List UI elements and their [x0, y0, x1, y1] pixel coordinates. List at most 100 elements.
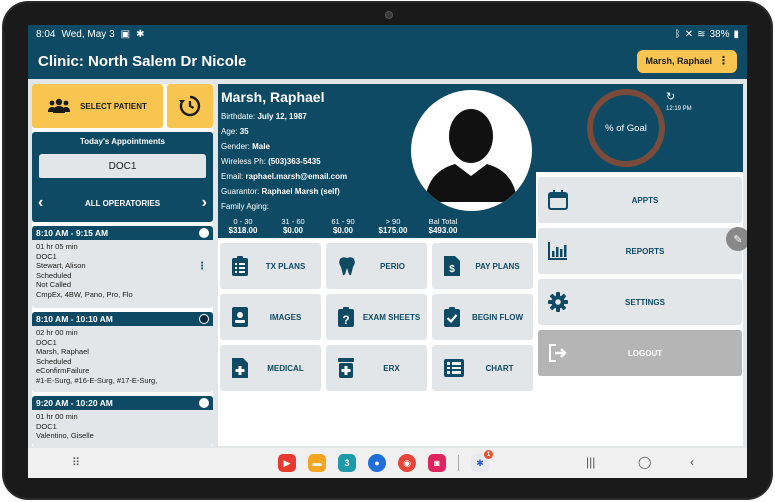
- svg-text:?: ?: [342, 313, 349, 327]
- goal-gauge: % of Goal: [587, 89, 665, 167]
- appts-label: APPTS: [631, 195, 659, 205]
- bar-chart-icon: [548, 242, 567, 260]
- goal-label: % of Goal: [605, 122, 647, 134]
- calendar-icon: [548, 190, 568, 210]
- settings-label: SETTINGS: [624, 297, 665, 307]
- select-patient-button[interactable]: SELECT PATIENT: [32, 84, 163, 128]
- clipboard-question-icon: ?: [338, 307, 354, 327]
- medical-label: MEDICAL: [267, 363, 304, 373]
- erx-button[interactable]: ERX: [326, 345, 427, 391]
- tx-plans-button[interactable]: TX PLANS: [220, 243, 321, 289]
- home-icon[interactable]: ◯: [638, 455, 651, 469]
- refresh-icon[interactable]: ↻: [666, 90, 675, 103]
- family-aging-label: Family Aging:: [221, 202, 270, 211]
- actions-column: % of Goal ↻ 12:19 PM APPTS REPORTS SETTI…: [536, 84, 743, 446]
- screen-recorder-app-icon[interactable]: ◙: [428, 454, 446, 472]
- status-bar: 8:04 Wed, May 3 ▣ ✱ ᛒ ✕ ≋ 38% ▮: [28, 25, 747, 43]
- aging-cell: > 90 $175.00: [378, 217, 408, 235]
- images-label: IMAGES: [269, 312, 302, 322]
- appointment-duration: 01 hr 05 min: [36, 242, 78, 251]
- chevron-right-icon[interactable]: ›: [202, 194, 207, 212]
- appts-button[interactable]: APPTS: [538, 177, 742, 223]
- images-button[interactable]: IMAGES: [220, 294, 321, 340]
- appointment-card[interactable]: 8:10 AM - 9:15 AM 01 hr 05 min DOC1 Stew…: [32, 226, 213, 308]
- settings-button[interactable]: SETTINGS: [538, 279, 742, 325]
- dollar-file-icon: $: [444, 256, 460, 276]
- pay-plans-label: PAY PLANS: [475, 261, 520, 271]
- erx-label: ERX: [383, 363, 400, 373]
- appointment-duration: 01 hr 00 min: [36, 412, 78, 421]
- clinic-title: Clinic: North Salem Dr Nicole: [38, 52, 247, 70]
- settings-app-icon[interactable]: ✱ 1: [471, 450, 493, 472]
- chrome-app-icon[interactable]: ◉: [398, 454, 416, 472]
- chevron-left-icon[interactable]: ‹: [38, 194, 43, 212]
- aging-cell: 31 - 60 $0.00: [281, 217, 305, 235]
- recent-patients-button[interactable]: [167, 84, 213, 128]
- appointment-provider: DOC1: [36, 421, 57, 431]
- appointment-patient: Marsh, Raphael: [36, 347, 89, 356]
- history-icon: [179, 95, 201, 117]
- reports-button[interactable]: REPORTS: [538, 228, 742, 274]
- flag-app-icon[interactable]: ▶: [278, 454, 296, 472]
- patient-name: Marsh, Raphael: [221, 89, 325, 105]
- mute-icon: ✕: [684, 28, 694, 40]
- app-dock: ▶ ▬ 3 ● ◉ ◙ ✱ 1: [278, 450, 493, 472]
- status-time: 8:04: [36, 28, 56, 40]
- clipboard-check-icon: [444, 307, 460, 327]
- appointment-details: 01 hr 05 min DOC1 Stewart, Alison Schedu…: [32, 240, 213, 299]
- medical-file-icon: [232, 358, 248, 378]
- doctor-selector[interactable]: DOC1: [39, 154, 206, 180]
- app-header: Clinic: North Salem Dr Nicole Marsh, Rap…: [28, 43, 747, 79]
- id-badge-icon: [232, 307, 248, 327]
- appointment-card[interactable]: 9:20 AM - 10:20 AM 01 hr 00 min DOC1 Val…: [32, 396, 213, 446]
- kebab-menu-icon: ⋮: [718, 54, 729, 67]
- appointment-procedures: CmpEx, 4BW, Pano, Pro, Flo: [36, 289, 133, 299]
- chart-label: CHART: [485, 363, 514, 373]
- clipboard-list-icon: [232, 256, 248, 276]
- status-dot: [199, 314, 209, 324]
- logout-icon: [549, 344, 567, 362]
- back-icon[interactable]: ‹: [690, 455, 694, 469]
- status-date: Wed, May 3: [61, 28, 115, 40]
- appointment-procedures: #1-E-Surg, #16-E-Surg, #17-E-Surg,: [36, 375, 158, 385]
- appointment-confirm: Not Called: [36, 280, 72, 289]
- messages-app-icon[interactable]: ●: [368, 454, 386, 472]
- appointment-details: 01 hr 00 min DOC1 Valentino, Giselle: [32, 410, 213, 441]
- appointment-patient: Valentino, Giselle: [36, 431, 94, 440]
- patient-email: Email: raphael.marsh@email.com: [221, 172, 348, 181]
- recents-icon[interactable]: |||: [586, 455, 595, 469]
- folder-app-icon[interactable]: ▬: [308, 454, 326, 472]
- appointments-column: SELECT PATIENT Today's Appointments DOC1…: [32, 84, 213, 446]
- calendar-app-icon[interactable]: 3: [338, 454, 356, 472]
- perio-button[interactable]: PERIO: [326, 243, 427, 289]
- logout-button[interactable]: LOGOUT: [538, 330, 742, 376]
- patient-gender: Gender: Male: [221, 142, 270, 151]
- patient-avatar[interactable]: [411, 90, 532, 211]
- patient-age: Age: 35: [221, 127, 249, 136]
- pay-plans-button[interactable]: $ PAY PLANS: [432, 243, 533, 289]
- front-camera: [385, 11, 393, 19]
- patient-guarantor: Guarantor: Raphael Marsh (self): [221, 187, 340, 196]
- dock-divider: [458, 455, 459, 471]
- app-drawer-icon[interactable]: ⠿: [72, 456, 80, 469]
- begin-flow-label: BEGIN FLOW: [471, 312, 524, 322]
- pill-bottle-icon: [338, 358, 354, 378]
- reports-label: REPORTS: [625, 246, 665, 256]
- appointment-menu-icon[interactable]: ⋮: [197, 262, 207, 272]
- patient-info-panel: Marsh, Raphael Birthdate: July 12, 1987 …: [218, 84, 541, 238]
- aging-cell: Bal Total $493.00: [428, 217, 458, 235]
- patient-birthdate: Birthdate: July 12, 1987: [221, 112, 307, 121]
- edit-pencil-icon[interactable]: ✎: [726, 227, 747, 251]
- user-menu-button[interactable]: Marsh, Raphael ⋮: [637, 49, 737, 73]
- select-patient-label: SELECT PATIENT: [80, 101, 147, 111]
- gear-icon: [548, 292, 568, 312]
- begin-flow-button[interactable]: BEGIN FLOW: [432, 294, 533, 340]
- image-icon: ▣: [120, 28, 131, 40]
- users-icon: [48, 98, 71, 113]
- chart-button[interactable]: CHART: [432, 345, 533, 391]
- medical-button[interactable]: MEDICAL: [220, 345, 321, 391]
- appointment-card[interactable]: 8:10 AM - 10:10 AM 02 hr 00 min DOC1 Mar…: [32, 312, 213, 392]
- perio-label: PERIO: [380, 261, 405, 271]
- appointment-status: Scheduled: [36, 356, 72, 366]
- exam-sheets-button[interactable]: ? EXAM SHEETS: [326, 294, 427, 340]
